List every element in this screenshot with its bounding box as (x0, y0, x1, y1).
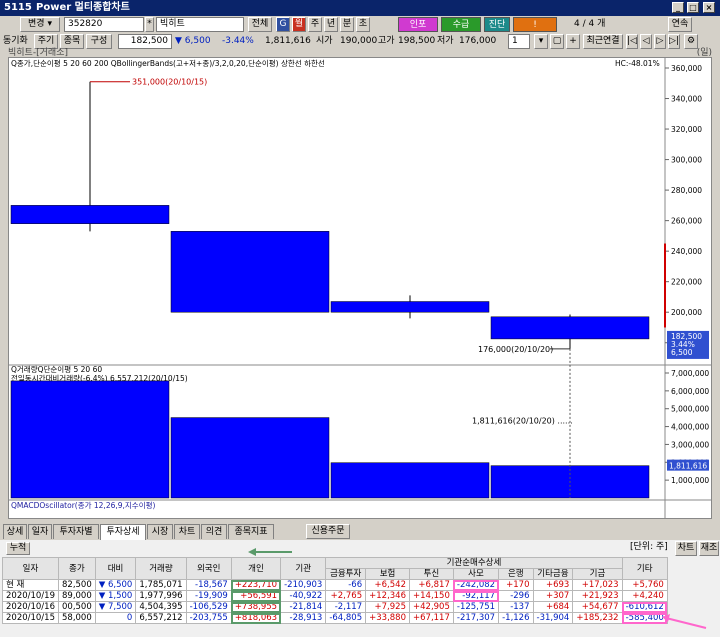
pink-arrow-line (665, 617, 707, 629)
volume-tag-text: 1,811,616 (669, 462, 707, 471)
sync-label: 동기화 (3, 36, 28, 46)
price-tick-label: 200,000 (671, 308, 702, 317)
volume-bar (170, 417, 330, 499)
stock-name-field: 빅히트 (156, 17, 244, 32)
chart-area[interactable]: Q종가,단순이평 5 20 60 200 QBollingerBands(고+저… (8, 57, 712, 519)
maximize-icon[interactable]: □ (687, 2, 699, 13)
change-rate: -3.44% (222, 36, 254, 46)
next-page-icon[interactable]: ▷ (654, 34, 666, 49)
price-tick-label: 240,000 (671, 247, 702, 256)
low-label: 저가 (437, 36, 454, 46)
tab-detail[interactable]: 상세 (3, 524, 27, 539)
volume-tick-label: 7,000,000 (671, 369, 709, 378)
pink-arrow-head (662, 614, 670, 622)
tab-opinion[interactable]: 의견 (201, 524, 227, 539)
period-week-button[interactable]: 주 (308, 17, 322, 32)
bottom-tabs: 상세 일자 투자자별 투자상세 시장 차트 의견 종목지표 신용주문 (0, 524, 720, 540)
compose-button[interactable]: 구성 (86, 34, 112, 49)
candle-body (170, 231, 330, 313)
tab-chart[interactable]: 차트 (174, 524, 200, 539)
close-icon[interactable]: × (703, 2, 715, 13)
first-page-icon[interactable]: |◁ (626, 34, 638, 49)
all-button[interactable]: 전체 (248, 17, 272, 32)
window-title-bar: 5115 Power 멀티종합차트 _ □ × (0, 0, 720, 16)
volume-tick-label: 4,000,000 (671, 423, 709, 432)
price-tick-label: 280,000 (671, 186, 702, 195)
period-second-button[interactable]: 초 (356, 17, 370, 32)
alert-button[interactable]: ! (513, 17, 557, 32)
candle-body (10, 205, 170, 224)
last-page-icon[interactable]: ▷| (668, 34, 680, 49)
high-value: 198,500 (398, 36, 436, 46)
price-tick-label: 320,000 (671, 125, 702, 134)
info-button[interactable]: 인포 (398, 17, 438, 32)
candle-body (490, 316, 650, 340)
supply-button[interactable]: 수급 (441, 17, 481, 32)
price-tick-label: 300,000 (671, 156, 702, 165)
tab-market[interactable]: 시장 (147, 524, 173, 539)
crosshair-icon[interactable]: + (566, 34, 580, 49)
tab-investor[interactable]: 투자자별 (53, 524, 99, 539)
price-legend: Q종가,단순이평 5 20 60 200 QBollingerBands(고+저… (11, 58, 325, 68)
volume-tick-label: 5,000,000 (671, 405, 709, 414)
mode-select[interactable]: 변경 ▾ (20, 17, 60, 32)
window-code: 5115 (4, 2, 32, 13)
volume-tick-label: 6,000,000 (671, 387, 709, 396)
volume-note-label: 1,811,616(20/10/20) ...... (472, 417, 573, 426)
price-tick-label: 360,000 (671, 64, 702, 73)
continuous-button[interactable]: 연속 (668, 17, 692, 32)
volume-tick-label: 1,000,000 (671, 476, 709, 485)
tab-date[interactable]: 일자 (28, 524, 52, 539)
open-value: 190,000 (340, 36, 378, 46)
diagnose-button[interactable]: 진단 (484, 17, 510, 32)
chevron-down-icon[interactable]: ▾ (534, 34, 548, 49)
current-price: 182,500 (118, 34, 172, 49)
price-tag-text: 6,500 (671, 348, 693, 357)
hc-label: HC:-48.01% (615, 59, 660, 68)
zoom-input[interactable]: 1 (508, 34, 530, 49)
settings-icon[interactable]: ⚙ (684, 34, 698, 49)
price-tick-label: 220,000 (671, 278, 702, 287)
search-icon[interactable]: * (145, 17, 154, 32)
price-tick-label: 260,000 (671, 217, 702, 226)
volume-bar (330, 462, 490, 499)
high-label: 고가 (378, 36, 395, 46)
period-minute-button[interactable]: 분 (340, 17, 354, 32)
stock-code-input[interactable]: 352820 (64, 17, 144, 32)
page-indicator: 4 / 4 개 (574, 19, 606, 29)
price-volume-chart[interactable]: Q종가,단순이평 5 20 60 200 QBollingerBands(고+저… (9, 58, 711, 518)
annotation-overlay (248, 548, 707, 629)
tab-investor-detail[interactable]: 투자상세 (100, 524, 146, 540)
low-note-label: 176,000(20/10/20) (478, 345, 553, 354)
green-arrow-head (248, 548, 256, 556)
low-value: 176,000 (459, 36, 497, 46)
recent-link-button[interactable]: 최근연결 (583, 34, 623, 49)
volume-tick-label: 3,000,000 (671, 440, 709, 449)
tab-indicator[interactable]: 종목지표 (228, 524, 274, 539)
expand-icon[interactable]: ▢ (550, 34, 564, 49)
period-year-button[interactable]: 년 (324, 17, 338, 32)
candle-body (330, 301, 490, 313)
chart-icon[interactable]: G (276, 17, 290, 32)
prev-page-icon[interactable]: ◁ (640, 34, 652, 49)
minimize-icon[interactable]: _ (672, 2, 684, 13)
change-value: ▼ 6,500 (175, 36, 211, 46)
credit-order-button[interactable]: 신용주문 (306, 524, 350, 539)
cycle-button[interactable]: 주기 (34, 34, 58, 49)
price-tick-label: 340,000 (671, 95, 702, 104)
toolbar-main: 변경 ▾ 352820 * 빅히트 전체 G 월 주 년 분 초 인포 수급 진… (0, 16, 720, 34)
item-button[interactable]: 종목 (60, 34, 84, 49)
period-month-button[interactable]: 월 (292, 17, 306, 32)
macd-legend: QMACDOscillator(종가 12,26,9,지수이평) (11, 500, 155, 510)
window-title: Power 멀티종합차트 (36, 2, 130, 13)
axis-range-marker (664, 243, 666, 328)
volume-value: 1,811,616 (265, 36, 311, 46)
open-label: 시가 (316, 36, 333, 46)
high-note-label: 351,000(20/10/15) (132, 78, 207, 87)
volume-legend: Q거래량Q단순이평 5 20 60 (11, 364, 102, 374)
volume-bar (10, 380, 170, 499)
